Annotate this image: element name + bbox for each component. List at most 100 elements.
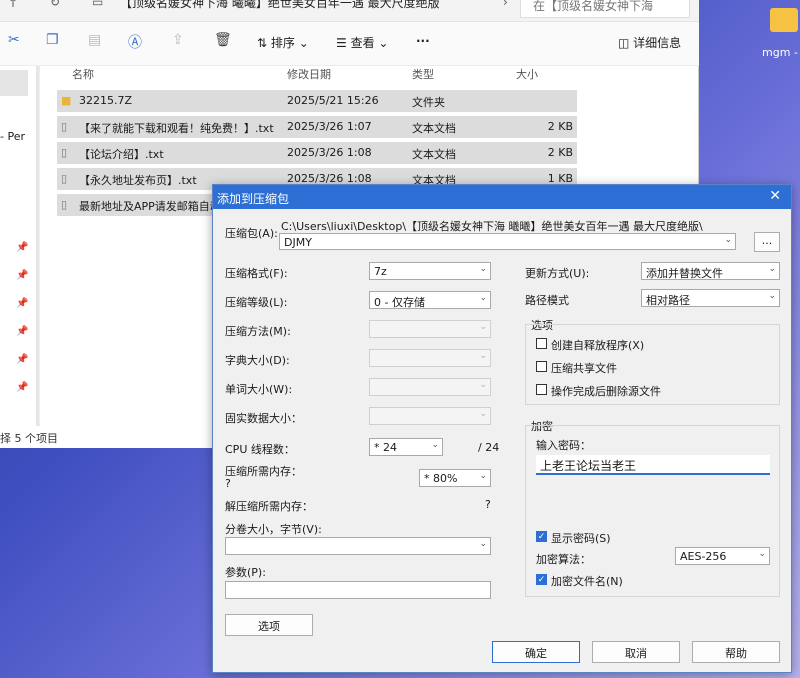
pc-icon[interactable]: ▭ xyxy=(92,0,103,9)
show-password-checkbox[interactable]: ✓ xyxy=(536,531,547,542)
compress-memory-value: ? xyxy=(225,477,231,490)
chevron-right-icon[interactable]: › xyxy=(503,0,508,9)
file-name: 最新地址及APP请发邮箱自动 xyxy=(79,200,221,213)
pin-icon: 📌 xyxy=(16,354,29,365)
level-label: 压缩等级(L): xyxy=(225,296,288,309)
dialog-title: 添加到压缩包 xyxy=(217,192,290,206)
column-header-size[interactable]: 大小 xyxy=(516,66,538,86)
column-header-date[interactable]: 修改日期 xyxy=(287,66,331,86)
volume-size-combobox[interactable]: ⌄ xyxy=(225,537,491,555)
archive-path: C:\Users\liuxi\Desktop\【顶级名媛女神下海 曦曦】绝世美女… xyxy=(281,220,703,233)
refresh-icon[interactable]: ↻ xyxy=(50,0,60,9)
nav-selected-item[interactable] xyxy=(0,70,28,96)
password-input[interactable]: 上老王论坛当老王 xyxy=(536,455,770,475)
paste-icon[interactable]: ▤ xyxy=(88,32,101,48)
search-input[interactable]: 在【顶级名媛女神下海 xyxy=(520,0,690,18)
nav-item-fragment[interactable]: - Per xyxy=(0,130,25,143)
address-bar[interactable]: 【顶级名媛女神下海 曦曦】绝世美女百年一遇 最大尺度绝版 xyxy=(120,0,500,16)
dictionary-label: 字典大小(D): xyxy=(225,354,290,367)
decompress-memory-value: ? xyxy=(485,498,491,511)
encryption-method-select[interactable]: AES-256 ⌄ xyxy=(675,547,770,565)
cut-icon[interactable]: ✂ xyxy=(8,32,20,48)
method-label: 压缩方法(M): xyxy=(225,325,291,338)
delete-after-checkbox[interactable] xyxy=(536,384,547,395)
help-button[interactable]: 帮助 xyxy=(692,641,780,663)
memory-percent-select[interactable]: * 80% ⌄ xyxy=(419,469,491,487)
search-placeholder: 在【顶级名媛女神下海 xyxy=(533,0,654,13)
file-type: 文本文档 xyxy=(412,148,456,161)
file-name: 【永久地址发布页】.txt xyxy=(79,174,197,187)
method-select[interactable]: ⌄ xyxy=(369,320,491,338)
pin-icon: 📌 xyxy=(16,242,29,253)
chevron-down-icon: ⌄ xyxy=(479,380,487,390)
encryption-method-value: AES-256 xyxy=(680,550,727,563)
chevron-down-icon: ⌄ xyxy=(431,440,439,450)
close-icon[interactable]: ✕ xyxy=(769,188,781,204)
details-button[interactable]: ◫ 详细信息 xyxy=(618,34,681,51)
threads-value: * 24 xyxy=(374,441,397,454)
pin-icon: 📌 xyxy=(16,270,29,281)
desktop-folder-icon[interactable] xyxy=(770,6,800,36)
copy-icon[interactable]: ❐ xyxy=(46,32,59,48)
shared-files-checkbox[interactable] xyxy=(536,361,547,372)
file-size: 2 KB xyxy=(547,146,573,159)
solid-size-label: 固实数据大小： xyxy=(225,412,302,425)
cancel-button[interactable]: 取消 xyxy=(592,641,680,663)
file-name: 【来了就能下载和观看！纯免费！】.txt xyxy=(79,122,274,135)
column-header-type[interactable]: 类型 xyxy=(412,66,434,86)
sort-button[interactable]: ⇅ 排序 ⌄ xyxy=(257,34,309,51)
archive-name-combobox[interactable]: DJMY ⌄ xyxy=(279,233,736,250)
chevron-down-icon: ⌄ xyxy=(479,539,487,549)
word-size-select[interactable]: ⌄ xyxy=(369,378,491,396)
password-label: 输入密码： xyxy=(536,439,591,452)
chevron-down-icon: ⌄ xyxy=(479,409,487,419)
ok-button[interactable]: 确定 xyxy=(492,641,580,663)
sfx-checkbox[interactable] xyxy=(536,338,547,349)
more-button[interactable]: ··· xyxy=(416,34,430,48)
scrollbar[interactable] xyxy=(36,66,39,426)
file-row[interactable]: ■ 32215.7Z 2025/5/21 15:26 文件夹 xyxy=(57,90,577,112)
chevron-down-icon: ⌄ xyxy=(768,264,776,274)
update-mode-select[interactable]: 添加并替换文件 ⌄ xyxy=(641,262,780,280)
add-to-archive-dialog: 添加到压缩包 ✕ 压缩包(A): C:\Users\liuxi\Desktop\… xyxy=(212,184,792,673)
encryption-method-label: 加密算法： xyxy=(536,553,591,566)
file-date: 2025/3/26 1:08 xyxy=(287,146,372,159)
parameters-label: 参数(P): xyxy=(225,566,266,579)
file-type: 文本文档 xyxy=(412,122,456,135)
file-name: 【论坛介绍】.txt xyxy=(79,148,164,161)
path-mode-select[interactable]: 相对路径 ⌄ xyxy=(641,289,780,307)
dictionary-select[interactable]: ⌄ xyxy=(369,349,491,367)
format-select[interactable]: 7z ⌄ xyxy=(369,262,491,280)
options-button[interactable]: 选项 xyxy=(225,614,313,636)
volume-size-label: 分卷大小，字节(V): xyxy=(225,523,322,536)
browse-button[interactable]: ... xyxy=(754,232,780,252)
threads-select[interactable]: * 24 ⌄ xyxy=(369,438,443,456)
parameters-input[interactable] xyxy=(225,581,491,599)
up-icon[interactable]: ↑ xyxy=(8,0,18,10)
rename-icon[interactable]: Ⓐ xyxy=(128,32,142,52)
level-select[interactable]: 0 - 仅存储 ⌄ xyxy=(369,291,491,309)
path-mode-value: 相对路径 xyxy=(646,294,690,307)
file-size: 2 KB xyxy=(547,120,573,133)
sfx-label: 创建自释放程序(X) xyxy=(551,339,645,352)
chevron-down-icon: ⌄ xyxy=(479,351,487,361)
pin-icon: 📌 xyxy=(16,326,29,337)
view-label: 查看 xyxy=(350,36,375,50)
chevron-down-icon[interactable]: ⌄ xyxy=(724,235,732,245)
navigation-pane: - Per 📌 📌 📌 📌 📌 📌 xyxy=(0,66,40,426)
file-row[interactable]: ▯ 【论坛介绍】.txt 2025/3/26 1:08 文本文档 2 KB xyxy=(57,142,577,164)
view-button[interactable]: ☰ 查看 ⌄ xyxy=(336,34,388,51)
column-header-name[interactable]: 名称 xyxy=(72,66,94,86)
delete-icon[interactable]: 🗑 xyxy=(214,32,232,48)
file-row[interactable]: ▯ 最新地址及APP请发邮箱自动 xyxy=(57,194,221,216)
file-row[interactable]: ▯ 【来了就能下载和观看！纯免费！】.txt 2025/3/26 1:07 文本… xyxy=(57,116,577,138)
encrypt-names-checkbox[interactable]: ✓ xyxy=(536,574,547,585)
sort-label: 排序 xyxy=(270,36,295,50)
word-size-label: 单词大小(W): xyxy=(225,383,293,396)
solid-size-select[interactable]: ⌄ xyxy=(369,407,491,425)
dialog-titlebar: 添加到压缩包 ✕ xyxy=(213,185,791,209)
share-icon[interactable]: ⇪ xyxy=(172,32,184,48)
chevron-down-icon: ⌄ xyxy=(479,322,487,332)
file-date: 2025/3/26 1:07 xyxy=(287,120,372,133)
archive-name-value: DJMY xyxy=(284,236,312,249)
